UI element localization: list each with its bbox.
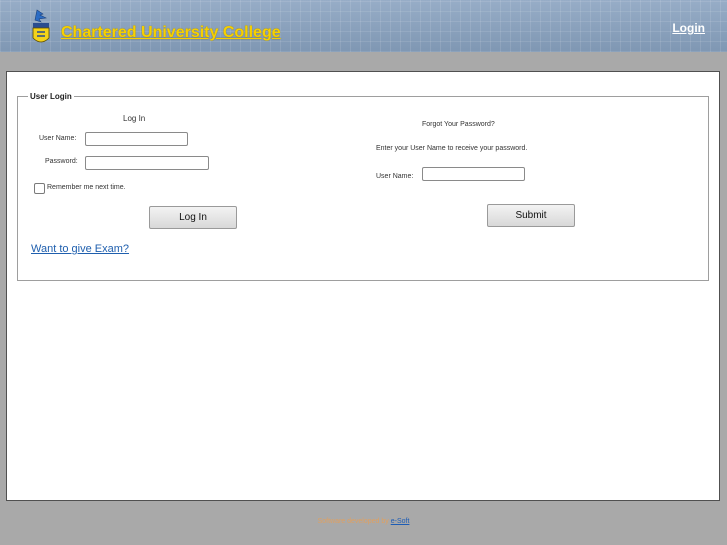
- login-button[interactable]: Log In: [149, 206, 237, 229]
- university-crest-icon: [32, 9, 50, 43]
- forgot-password-heading: Forgot Your Password?: [422, 121, 495, 128]
- username-label: User Name:: [39, 135, 77, 142]
- username-input[interactable]: [85, 132, 188, 146]
- remember-me-checkbox[interactable]: [34, 183, 45, 194]
- user-login-legend: User Login: [30, 92, 72, 101]
- remember-me-label: Remember me next time.: [47, 184, 126, 191]
- esoft-link[interactable]: e-Soft: [391, 518, 410, 525]
- submit-button[interactable]: Submit: [487, 204, 575, 227]
- login-link[interactable]: Login: [672, 21, 705, 35]
- login-heading: Log In: [123, 114, 146, 123]
- forgot-username-input[interactable]: [422, 167, 525, 181]
- give-exam-link[interactable]: Want to give Exam?: [31, 243, 129, 255]
- footer-text: Software developed by: [317, 518, 391, 525]
- password-label: Password:: [45, 158, 78, 165]
- footer: Software developed by e-Soft: [0, 518, 727, 525]
- main-content: User Login Log In User Name: Password: R…: [6, 71, 720, 501]
- forgot-username-label: User Name:: [376, 173, 414, 180]
- user-login-fieldset: User Login Log In User Name: Password: R…: [17, 92, 709, 281]
- password-input[interactable]: [85, 156, 209, 170]
- header-banner: Chartered University College Login: [0, 0, 727, 52]
- forgot-password-instruction: Enter your User Name to receive your pas…: [376, 145, 528, 152]
- site-title-link[interactable]: Chartered University College: [61, 24, 281, 42]
